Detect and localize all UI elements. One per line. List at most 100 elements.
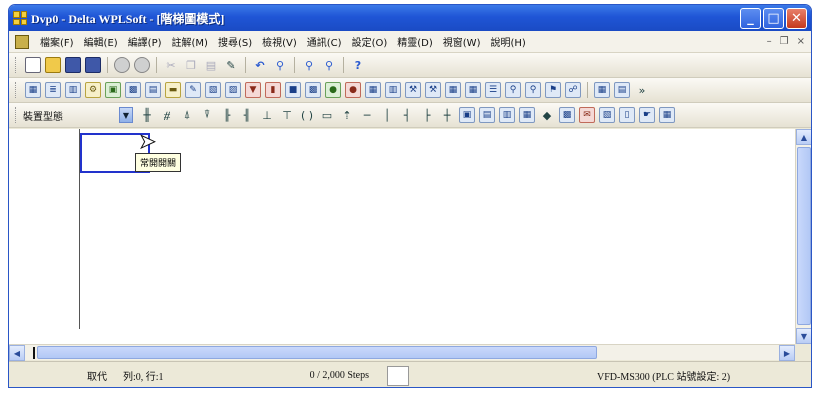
chevron-down-icon[interactable]: ▼ xyxy=(119,107,133,123)
scroll-right-button[interactable]: ▶ xyxy=(779,345,795,361)
search-device-icon[interactable]: ⚲ xyxy=(505,82,521,98)
vertical-line-icon[interactable]: │ xyxy=(379,107,395,123)
ladder-mode-icon[interactable]: ▦ xyxy=(25,82,41,98)
list-icon[interactable]: ☰ xyxy=(485,82,501,98)
sfc-step-icon[interactable]: ▥ xyxy=(499,107,515,123)
find-icon[interactable]: ⚲ xyxy=(272,57,288,73)
comm-icon[interactable]: ▤ xyxy=(145,82,161,98)
title-bar[interactable]: Dvp0 - Delta WPLSoft - [階梯圖模式] _ □ ✕ xyxy=(9,5,811,31)
zoom-out-icon[interactable]: ⚲ xyxy=(321,57,337,73)
run-icon[interactable]: ▼ xyxy=(245,82,261,98)
horizontal-scrollbar[interactable]: ◀ ▶ xyxy=(9,344,795,361)
compile-icon[interactable]: ▣ xyxy=(105,82,121,98)
settings-icon[interactable]: ▤ xyxy=(614,82,630,98)
connection-icon[interactable]: ☍ xyxy=(565,82,581,98)
monitor-icon[interactable]: ▩ xyxy=(125,82,141,98)
overflow-icon[interactable]: » xyxy=(634,82,650,98)
new-document-icon[interactable] xyxy=(25,57,41,73)
mnemonic-icon[interactable]: ▩ xyxy=(559,107,575,123)
mdi-close-button[interactable]: × xyxy=(797,36,805,47)
offline-icon[interactable] xyxy=(134,57,150,73)
minimize-button[interactable]: _ xyxy=(740,7,761,29)
edit-icon[interactable]: ✎ xyxy=(185,82,201,98)
rung-comment-icon[interactable]: ▯ xyxy=(619,107,635,123)
pointer-icon[interactable]: ☛ xyxy=(639,107,655,123)
menu-view[interactable]: 檢視(V) xyxy=(257,34,302,49)
folder-icon[interactable] xyxy=(45,57,61,73)
normally-closed-contact-icon[interactable]: ⧣ xyxy=(159,107,175,123)
undo-icon[interactable]: ↶ xyxy=(252,57,268,73)
menu-comment[interactable]: 註解(M) xyxy=(167,34,213,49)
pause-icon[interactable]: ▩ xyxy=(305,82,321,98)
online-icon[interactable] xyxy=(114,57,130,73)
copy-icon[interactable]: ❐ xyxy=(183,57,199,73)
instruction-mode-icon[interactable]: ≣ xyxy=(45,82,61,98)
horizontal-line-icon[interactable]: ─ xyxy=(359,107,375,123)
ladder-editor[interactable]: ➤ 常開開關 ▲ ▼ xyxy=(9,129,811,344)
normally-open-contact-icon[interactable]: ╫ xyxy=(139,107,155,123)
paste-icon[interactable]: ▤ xyxy=(203,57,219,73)
run-plc-icon[interactable]: ● xyxy=(325,82,341,98)
device-icon[interactable]: ⚙ xyxy=(85,82,101,98)
label-icon[interactable]: ▦ xyxy=(659,107,675,123)
horizontal-scroll-thumb[interactable] xyxy=(37,346,597,359)
menu-wizard[interactable]: 精靈(D) xyxy=(392,34,438,49)
eraser-icon[interactable]: ✎ xyxy=(223,57,239,73)
document-icon[interactable] xyxy=(15,34,29,49)
parallel-rising-icon[interactable]: ⊥ xyxy=(259,107,275,123)
monitor-stop-icon[interactable]: ■ xyxy=(285,82,301,98)
output-coil-icon[interactable]: ( ) xyxy=(299,107,315,123)
menu-search[interactable]: 搜尋(S) xyxy=(213,34,257,49)
wizard-icon[interactable]: ⚒ xyxy=(405,82,421,98)
menu-edit[interactable]: 編輯(E) xyxy=(79,34,123,49)
application-instruction-icon[interactable]: ▭ xyxy=(319,107,335,123)
invert-icon[interactable]: ⇡ xyxy=(339,107,355,123)
table-icon[interactable]: ▦ xyxy=(465,82,481,98)
function-block-icon[interactable]: ▤ xyxy=(479,107,495,123)
zoom-in-icon[interactable]: ⚲ xyxy=(301,57,317,73)
diamond-icon[interactable]: ◆ xyxy=(539,107,555,123)
bar-chart-icon[interactable]: ▦ xyxy=(445,82,461,98)
falling-edge-icon[interactable]: ⍒ xyxy=(199,107,215,123)
block-icon[interactable]: ▣ xyxy=(459,107,475,123)
help-icon[interactable]: ? xyxy=(350,57,366,73)
network-icon[interactable]: ⚑ xyxy=(545,82,561,98)
mail-icon[interactable]: ✉ xyxy=(579,107,595,123)
scroll-up-button[interactable]: ▲ xyxy=(796,129,811,145)
variable-icon[interactable]: ▧ xyxy=(599,107,615,123)
scroll-left-button[interactable]: ◀ xyxy=(9,345,25,361)
folder-open-icon[interactable]: ▬ xyxy=(165,82,181,98)
cut-icon[interactable]: ✂ xyxy=(163,57,179,73)
sfc-mode-icon[interactable]: ▥ xyxy=(65,82,81,98)
device-type-dropdown[interactable]: 裝置型態 ▼ xyxy=(23,106,133,124)
close-button[interactable]: ✕ xyxy=(786,7,807,29)
graph-icon[interactable]: ⚒ xyxy=(425,82,441,98)
read-plc-icon[interactable]: ▧ xyxy=(205,82,221,98)
menu-compile[interactable]: 編譯(P) xyxy=(123,34,167,49)
search-contact-icon[interactable]: ⚲ xyxy=(525,82,541,98)
menu-help[interactable]: 說明(H) xyxy=(485,34,530,49)
mdi-minimize-button[interactable]: – xyxy=(767,36,772,47)
maximize-button[interactable]: □ xyxy=(763,7,784,29)
end-icon[interactable]: ┼ xyxy=(439,107,455,123)
mdi-restore-button[interactable]: ❐ xyxy=(780,36,789,47)
parallel-open-icon[interactable]: ╟ xyxy=(219,107,235,123)
disk-icon[interactable] xyxy=(65,57,81,73)
vertical-scrollbar[interactable]: ▲ ▼ xyxy=(795,129,811,344)
stop-plc-icon[interactable]: ● xyxy=(345,82,361,98)
device-list-icon[interactable]: ▦ xyxy=(365,82,381,98)
sfc-transition-icon[interactable]: ▦ xyxy=(519,107,535,123)
delete-vertical-icon[interactable]: ├ xyxy=(419,107,435,123)
menu-window[interactable]: 視窗(W) xyxy=(438,34,486,49)
grid-icon[interactable]: ▦ xyxy=(594,82,610,98)
parallel-falling-icon[interactable]: ⊤ xyxy=(279,107,295,123)
menu-settings[interactable]: 設定(O) xyxy=(347,34,393,49)
rising-edge-icon[interactable]: ⍋ xyxy=(179,107,195,123)
menu-file[interactable]: 檔案(F) xyxy=(35,34,79,49)
delete-horizontal-icon[interactable]: ┤ xyxy=(399,107,415,123)
monitor-start-icon[interactable]: ▮ xyxy=(265,82,281,98)
menu-communication[interactable]: 通訊(C) xyxy=(302,34,347,49)
parallel-closed-icon[interactable]: ╢ xyxy=(239,107,255,123)
scroll-down-button[interactable]: ▼ xyxy=(796,328,811,344)
write-plc-icon[interactable]: ▨ xyxy=(225,82,241,98)
